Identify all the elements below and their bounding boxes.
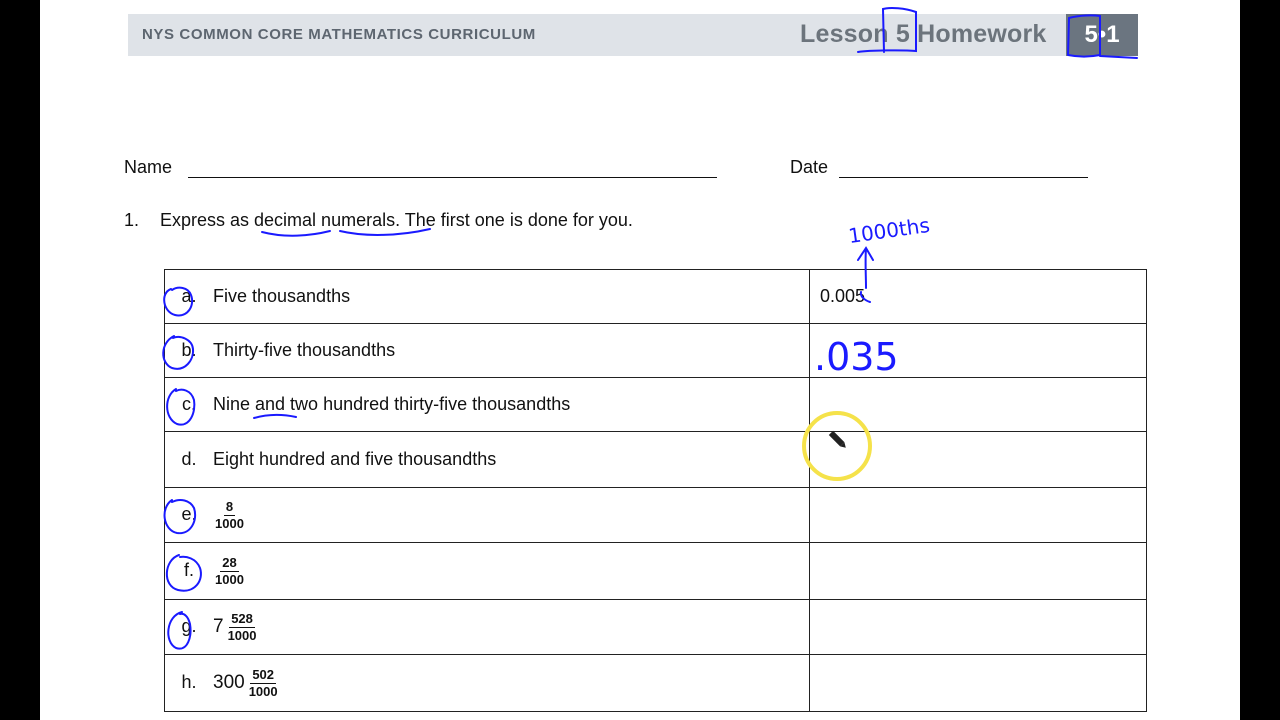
answer-cell[interactable]	[809, 431, 1147, 488]
table-row: g. 7 528 1000	[164, 599, 1147, 655]
table-row: d. Eight hundred and five thousandths	[164, 431, 1147, 488]
name-line	[188, 177, 717, 178]
row-label: b.	[181, 340, 197, 360]
fraction: 502 1000	[248, 666, 278, 699]
row-label: a.	[181, 286, 197, 306]
answer-cell[interactable]	[809, 323, 1147, 378]
row-prompt: Nine and two hundred thirty-five thousan…	[213, 394, 571, 414]
curriculum-title: NYS COMMON CORE MATHEMATICS CURRICULUM	[142, 26, 536, 43]
lesson-title: Lesson 5 Homework	[800, 20, 1047, 48]
problem-statement: 1. Express as decimal numerals. The first…	[124, 210, 633, 231]
problem-number: 1.	[124, 210, 140, 230]
answer-cell[interactable]	[809, 599, 1147, 655]
module-badge: 5•1	[1066, 14, 1138, 56]
row-label: f.	[183, 559, 194, 580]
row-label: g.	[181, 615, 197, 636]
answer-cell[interactable]	[809, 377, 1147, 432]
name-label: Name	[124, 157, 173, 177]
row-prompt: Thirty-five thousandths	[213, 340, 396, 360]
table-row: h. 300 502 1000	[164, 654, 1147, 712]
fraction: 8 1000	[215, 498, 244, 531]
fraction: 28 1000	[215, 554, 244, 587]
table-row: c. Nine and two hundred thirty-five thous…	[164, 377, 1147, 432]
answer-table: a. Five thousandths 0.005 b. Thirty-five t…	[164, 269, 1147, 712]
header-banner: NYS COMMON CORE MATHEMATICS CURRICULUM L…	[128, 14, 1138, 56]
row-label: c.	[181, 394, 196, 414]
answer-cell[interactable]	[809, 542, 1147, 600]
row-prompt: Eight hundred and five thousandths	[213, 449, 497, 469]
row-label: e.	[181, 503, 197, 524]
table-row: f. 28 1000	[164, 542, 1147, 600]
answer-cell[interactable]	[809, 487, 1147, 543]
problem-text: Express as decimal numerals. The first o…	[160, 210, 633, 230]
table-row: e. 8 1000	[164, 487, 1147, 543]
row-label: h.	[181, 671, 197, 692]
whole-number: 300	[213, 672, 245, 693]
table-row: a. Five thousandths 0.005	[164, 269, 1147, 324]
worksheet-page: NYS COMMON CORE MATHEMATICS CURRICULUM L…	[40, 0, 1240, 720]
row-prompt: Five thousandths	[213, 286, 351, 306]
date-line	[839, 177, 1088, 178]
whole-number: 7	[213, 616, 224, 637]
row-label: d.	[181, 449, 197, 469]
answer-cell[interactable]	[809, 654, 1147, 712]
table-row: b. Thirty-five thousandths	[164, 323, 1147, 378]
date-label: Date	[790, 157, 829, 177]
fraction: 528 1000	[227, 610, 257, 643]
row-answer: 0.005	[820, 286, 866, 306]
